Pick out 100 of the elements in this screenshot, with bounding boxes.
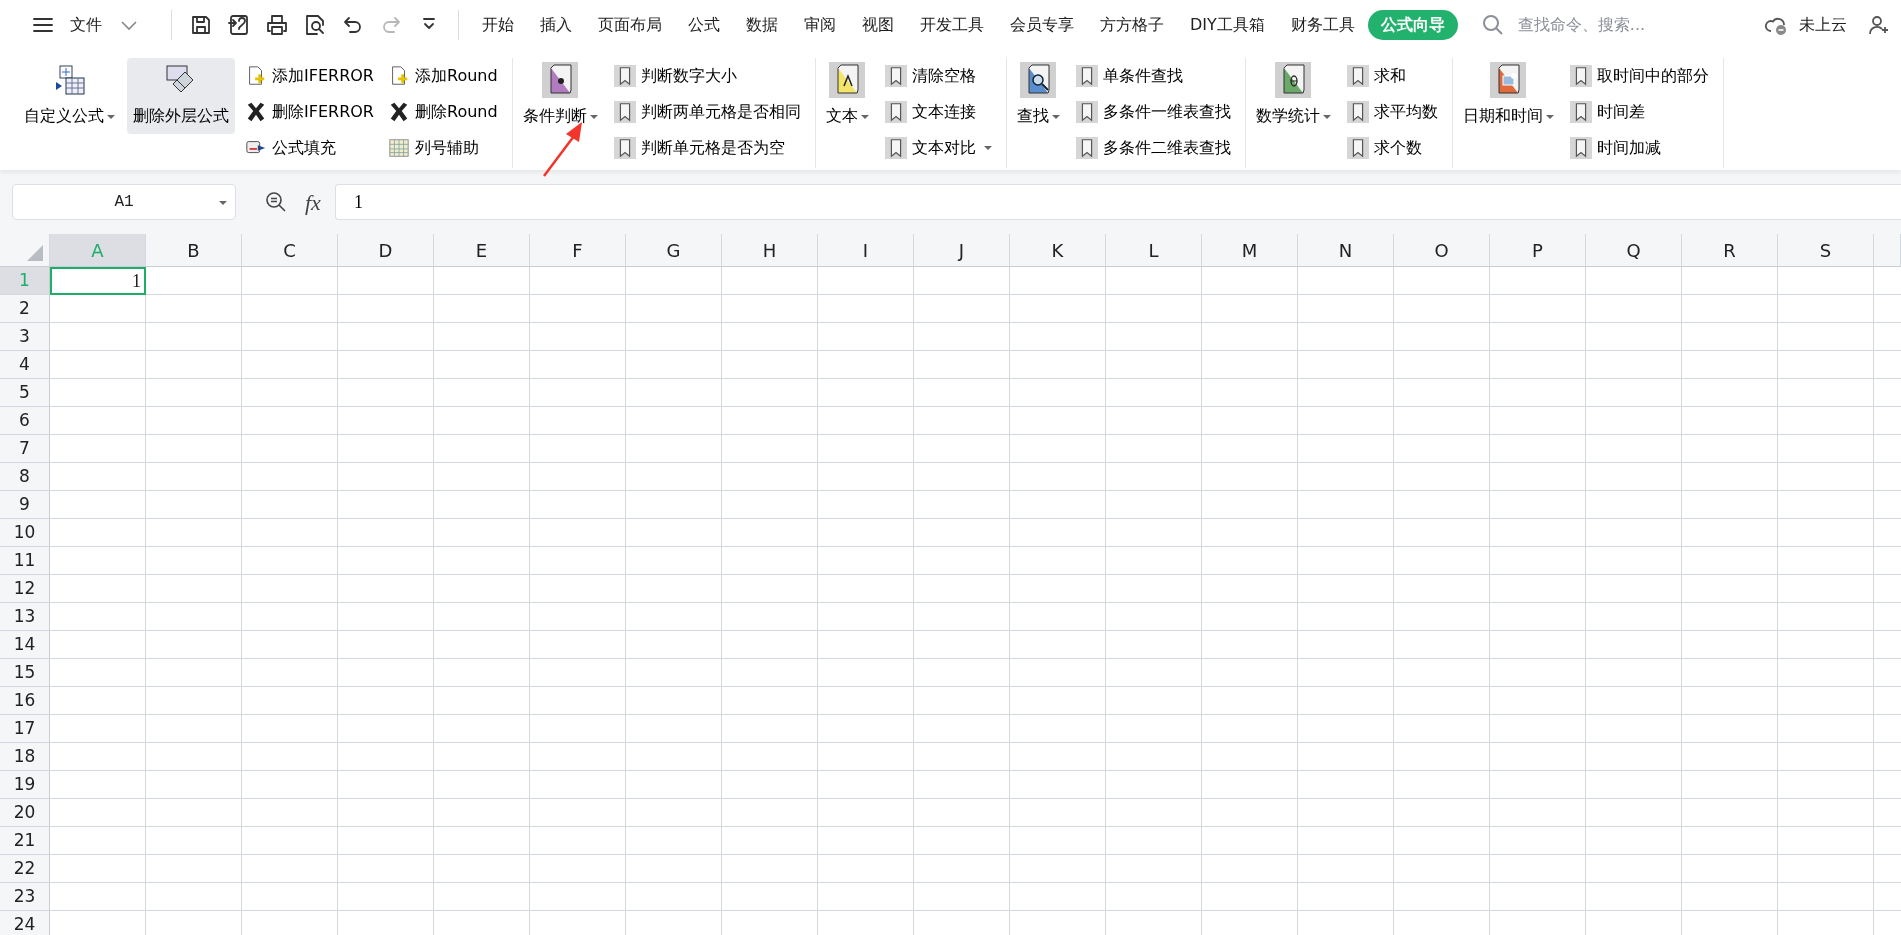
ribbon-button[interactable]: 删除外层公式 — [127, 58, 235, 134]
column-header[interactable]: F — [530, 234, 626, 267]
row-header[interactable]: 9 — [0, 491, 50, 519]
column-header[interactable]: S — [1778, 234, 1874, 267]
row-header[interactable]: 10 — [0, 519, 50, 547]
ribbon-button[interactable]: 判断单元格是否为空 — [609, 130, 805, 166]
column-header[interactable]: H — [722, 234, 818, 267]
bookmark-icon — [1346, 65, 1369, 87]
ribbon-tab[interactable]: 方方格子 — [1087, 10, 1177, 40]
ribbon-tab[interactable]: 插入 — [527, 10, 585, 40]
row-header[interactable]: 24 — [0, 911, 50, 935]
ribbon-button[interactable]: 求和 — [1342, 58, 1442, 94]
row-header[interactable]: 4 — [0, 351, 50, 379]
ribbon-button[interactable]: 时间加减 — [1565, 130, 1713, 166]
ribbon-button[interactable]: 文本 — [819, 58, 875, 134]
print-preview-icon[interactable] — [303, 13, 327, 37]
ribbon-button[interactable]: 列号辅助 — [384, 130, 502, 166]
column-header[interactable]: I — [818, 234, 914, 267]
cloud-status-button[interactable]: 未上云 — [1743, 10, 1860, 40]
row-header[interactable]: 18 — [0, 743, 50, 771]
ribbon-button[interactable]: 取时间中的部分 — [1565, 58, 1713, 94]
ribbon-button[interactable]: 文本对比 — [880, 130, 996, 166]
row-header[interactable]: 7 — [0, 435, 50, 463]
ribbon-button[interactable]: 自定义公式 — [18, 58, 121, 134]
ribbon-button[interactable]: 文本连接 — [880, 94, 996, 130]
ribbon-button[interactable]: 判断两单元格是否相同 — [609, 94, 805, 130]
row-header[interactable]: 20 — [0, 799, 50, 827]
ribbon-button[interactable]: 求平均数 — [1342, 94, 1442, 130]
selected-cell[interactable]: 1 — [50, 267, 146, 295]
ribbon-button[interactable]: 日期和时间 — [1456, 58, 1560, 134]
ribbon-tab[interactable]: 财务工具 — [1277, 10, 1368, 40]
ribbon-tab[interactable]: 页面布局 — [585, 10, 675, 40]
row-header[interactable]: 8 — [0, 463, 50, 491]
row-header[interactable]: 12 — [0, 575, 50, 603]
bookmark-icon — [884, 65, 907, 87]
row-header[interactable]: 11 — [0, 547, 50, 575]
ribbon-button[interactable]: 清除空格 — [880, 58, 996, 94]
ribbon-button[interactable]: 数学统计 — [1249, 58, 1337, 134]
cross-icon — [388, 101, 410, 123]
row-header[interactable]: 5 — [0, 379, 50, 407]
column-header[interactable]: N — [1298, 234, 1394, 267]
ribbon-tab[interactable]: 开发工具 — [907, 10, 997, 40]
column-header[interactable]: J — [914, 234, 1010, 267]
column-header[interactable]: L — [1106, 234, 1202, 267]
column-header[interactable]: G — [626, 234, 722, 267]
column-header[interactable]: M — [1202, 234, 1298, 267]
zoom-icon[interactable] — [264, 190, 288, 214]
name-box[interactable]: A1 — [12, 184, 236, 220]
row-header[interactable]: 3 — [0, 323, 50, 351]
ribbon-tab[interactable]: DIY工具箱 — [1177, 10, 1278, 40]
export-icon[interactable] — [227, 13, 251, 37]
row-header[interactable]: 6 — [0, 407, 50, 435]
ribbon-button[interactable]: 求个数 — [1342, 130, 1442, 166]
ribbon-button[interactable]: 判断数字大小 — [609, 58, 805, 94]
ribbon-button[interactable]: 添加Round — [384, 58, 502, 94]
ribbon-button[interactable]: 删除IFERROR — [241, 94, 378, 130]
ribbon-button[interactable]: 添加IFERROR — [241, 58, 378, 94]
row-header[interactable]: 21 — [0, 827, 50, 855]
ribbon-button[interactable]: 公式填充 — [241, 130, 378, 166]
row-header[interactable]: 15 — [0, 659, 50, 687]
ribbon-tab[interactable]: 会员专享 — [997, 10, 1087, 40]
ribbon-tab[interactable]: 视图 — [849, 10, 907, 40]
row-header[interactable]: 22 — [0, 855, 50, 883]
column-header[interactable]: D — [338, 234, 434, 267]
add-user-icon[interactable] — [1866, 13, 1891, 37]
column-header[interactable]: C — [242, 234, 338, 267]
file-menu[interactable]: 文件 — [20, 10, 161, 40]
column-header[interactable]: E — [434, 234, 530, 267]
ribbon-button[interactable]: 多条件一维表查找 — [1071, 94, 1235, 130]
row-header[interactable]: 14 — [0, 631, 50, 659]
row-header[interactable]: 23 — [0, 883, 50, 911]
column-header[interactable]: B — [146, 234, 242, 267]
caret-icon — [860, 114, 869, 119]
row-header[interactable]: 2 — [0, 295, 50, 323]
ribbon-button[interactable]: 多条件二维表查找 — [1071, 130, 1235, 166]
ribbon-button[interactable]: 时间差 — [1565, 94, 1713, 130]
ribbon-button[interactable]: 条件判断 — [516, 58, 604, 134]
ribbon-tab[interactable]: 公式 — [675, 10, 733, 40]
bookmark-icon — [1569, 137, 1592, 159]
save-icon[interactable] — [189, 13, 213, 37]
ribbon-button[interactable]: 单条件查找 — [1071, 58, 1235, 94]
column-header[interactable]: R — [1682, 234, 1778, 267]
formula-input[interactable]: 1 — [334, 184, 1901, 220]
column-header[interactable]: K — [1010, 234, 1106, 267]
search-field[interactable]: 查找命令、搜索... — [1515, 12, 1696, 38]
ribbon-button[interactable]: 查找 — [1010, 58, 1066, 134]
function-button[interactable]: fx — [305, 185, 321, 219]
row-header[interactable]: 16 — [0, 687, 50, 715]
column-header[interactable]: Q — [1586, 234, 1682, 267]
ribbon-tab[interactable]: 审阅 — [791, 10, 849, 40]
row-header[interactable]: 13 — [0, 603, 50, 631]
ribbon-button[interactable]: 删除Round — [384, 94, 502, 130]
printer-icon[interactable] — [265, 13, 289, 37]
ribbon-tab[interactable]: 开始 — [469, 10, 527, 40]
bookmark-icon — [613, 65, 636, 87]
ribbon-tab[interactable]: 数据 — [733, 10, 791, 40]
row-header[interactable]: 17 — [0, 715, 50, 743]
column-header[interactable]: O — [1394, 234, 1490, 267]
row-header[interactable]: 19 — [0, 771, 50, 799]
column-header[interactable]: P — [1490, 234, 1586, 267]
